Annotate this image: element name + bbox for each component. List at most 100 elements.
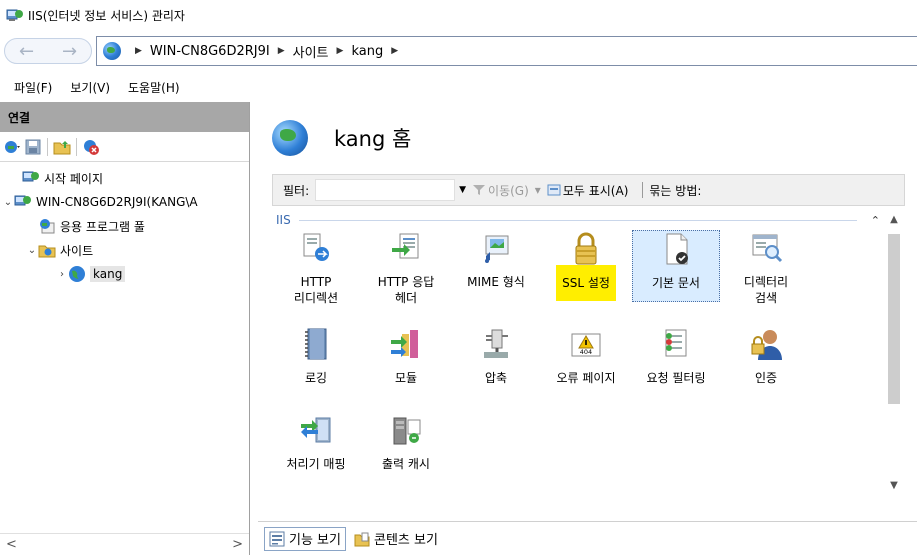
tree-item-start-page[interactable]: 시작 페이지: [0, 166, 249, 190]
feature-label: 인증: [754, 371, 778, 385]
breadcrumb-separator[interactable]: ▶: [278, 46, 285, 56]
default-document-icon: [658, 231, 694, 267]
group-header-iis[interactable]: IIS ⌃: [276, 212, 880, 228]
feature-label: 처리기 매핑: [286, 457, 346, 471]
mime-types-icon: [478, 230, 514, 266]
save-icon[interactable]: [24, 138, 42, 156]
chevron-right-icon[interactable]: ›: [56, 269, 68, 280]
feature-ssl-settings[interactable]: SSL 설정: [542, 230, 630, 301]
collapse-icon[interactable]: ⌃: [871, 214, 880, 227]
tree-item-sites[interactable]: ⌄ 사이트: [0, 238, 249, 262]
feature-label: MIME 형식: [467, 275, 525, 289]
show-all-button[interactable]: 모두 표시(A): [547, 182, 628, 199]
globe-icon: [103, 42, 121, 60]
tree-item-server[interactable]: ⌄ WIN-CN8G6D2RJ9I(KANG\A: [0, 190, 249, 214]
feature-label: 기본 문서: [652, 276, 700, 290]
breadcrumb[interactable]: ▶ WIN-CN8G6D2RJ9I ▶ 사이트 ▶ kang ▶: [96, 36, 917, 66]
group-by-button[interactable]: 묶는 방법:: [649, 182, 701, 199]
app-pool-icon: [38, 217, 56, 235]
scroll-right-icon[interactable]: >: [232, 537, 243, 552]
filter-bar: 필터: ▼ 이동(G) ▾ 모두 표시(A) 묶는 방법:: [272, 174, 905, 206]
feature-output-caching[interactable]: 출력 캐시: [362, 412, 450, 472]
menu-file[interactable]: 파일(F): [14, 79, 52, 96]
back-arrow-icon: ←: [18, 40, 35, 62]
logging-icon: [298, 326, 334, 362]
go-button[interactable]: 이동(G): [472, 182, 529, 199]
group-divider: [298, 219, 857, 221]
navigation-buttons: ← →: [4, 38, 92, 64]
sites-folder-icon: [38, 241, 56, 259]
iis-manager-icon: [6, 7, 24, 23]
tree-item-label: 사이트: [60, 243, 94, 258]
feature-label: 출력 캐시: [382, 457, 430, 471]
disconnect-icon[interactable]: [82, 138, 100, 156]
feature-label: 오류 페이지: [556, 371, 616, 385]
feature-modules[interactable]: 모듈: [362, 326, 450, 386]
menu-view[interactable]: 보기(V): [70, 79, 110, 96]
compression-icon: [478, 326, 514, 362]
chevron-down-icon[interactable]: ⌄: [26, 245, 38, 256]
feature-directory-browsing[interactable]: 디렉터리 검색: [722, 230, 810, 306]
http-redirect-icon: [298, 230, 334, 266]
output-caching-icon: [388, 412, 424, 448]
tree-item-label: 시작 페이지: [44, 171, 104, 186]
back-button[interactable]: ←: [5, 39, 48, 63]
features-view-icon: [269, 531, 285, 547]
authentication-icon: [748, 326, 784, 362]
content-view-label: 콘텐츠 보기: [373, 533, 438, 548]
breadcrumb-item-kang[interactable]: kang: [351, 44, 383, 59]
breadcrumb-item-server[interactable]: WIN-CN8G6D2RJ9I: [150, 44, 270, 59]
filter-dropdown-icon[interactable]: ▼: [459, 185, 466, 195]
content-view-icon: [354, 531, 370, 547]
scrollbar-thumb[interactable]: [888, 234, 900, 404]
show-all-icon: [547, 184, 561, 196]
breadcrumb-item-sites[interactable]: 사이트: [293, 42, 329, 61]
address-bar: ← → ▶ WIN-CN8G6D2RJ9I ▶ 사이트 ▶ kang ▶: [0, 30, 917, 72]
feature-mime-types[interactable]: MIME 형식: [452, 230, 540, 290]
feature-label: HTTP 리디렉션: [293, 275, 339, 305]
page-title: kang 홈: [334, 127, 412, 151]
content-view-button[interactable]: 콘텐츠 보기: [350, 527, 442, 551]
go-dropdown-icon[interactable]: ▾: [535, 183, 541, 197]
feature-error-pages[interactable]: 404 오류 페이지: [542, 326, 630, 386]
globe-icon: [272, 120, 308, 156]
feature-compression[interactable]: 압축: [452, 326, 540, 386]
forward-button[interactable]: →: [48, 39, 91, 63]
feature-http-redirect[interactable]: HTTP 리디렉션: [272, 230, 360, 306]
scroll-left-icon[interactable]: <: [6, 537, 17, 552]
menu-help[interactable]: 도움말(H): [128, 79, 180, 96]
breadcrumb-separator[interactable]: ▶: [337, 46, 344, 56]
scroll-up-icon[interactable]: ▲: [884, 214, 904, 230]
connections-tree: 시작 페이지 ⌄ WIN-CN8G6D2RJ9I(KANG\A 응용 프로그램 …: [0, 162, 249, 286]
breadcrumb-separator[interactable]: ▶: [135, 46, 142, 56]
error-code-text: 404: [580, 348, 592, 356]
filter-divider: [642, 182, 644, 198]
scroll-down-icon[interactable]: ▼: [884, 480, 904, 496]
feature-request-filtering[interactable]: 요청 필터링: [632, 326, 720, 386]
feature-logging[interactable]: 로깅: [272, 326, 360, 386]
start-page-icon: [22, 169, 40, 187]
tree-item-app-pools[interactable]: 응용 프로그램 풀: [0, 214, 249, 238]
modules-icon: [388, 326, 424, 362]
request-filtering-icon: [658, 326, 694, 362]
feature-handler-mappings[interactable]: 처리기 매핑: [272, 412, 360, 472]
funnel-icon: [472, 184, 486, 196]
feature-label: 모듈: [394, 371, 418, 385]
feature-default-document[interactable]: 기본 문서: [632, 230, 720, 302]
breadcrumb-separator[interactable]: ▶: [391, 46, 398, 56]
filter-input[interactable]: [315, 179, 456, 201]
forward-arrow-icon: →: [61, 40, 78, 62]
up-folder-icon[interactable]: [53, 138, 71, 156]
globe-icon: [68, 265, 86, 283]
vertical-scrollbar[interactable]: ▲ ▼: [884, 208, 904, 500]
chevron-down-icon[interactable]: ⌄: [2, 197, 14, 208]
toolbar-divider: [76, 137, 77, 156]
tree-item-kang[interactable]: › kang: [0, 262, 249, 286]
connect-icon[interactable]: [4, 138, 22, 156]
feature-http-response-headers[interactable]: HTTP 응답 헤더: [362, 230, 450, 306]
menu-bar: 파일(F) 보기(V) 도움말(H): [0, 72, 917, 102]
features-view-button[interactable]: 기능 보기: [264, 526, 346, 551]
feature-authentication[interactable]: 인증: [722, 326, 810, 386]
horizontal-scrollbar[interactable]: < >: [0, 533, 249, 555]
connections-pane: 연결 시작 페이지 ⌄ WIN-CN8G6D2RJ9I(KANG\A 응용 프로…: [0, 102, 250, 555]
